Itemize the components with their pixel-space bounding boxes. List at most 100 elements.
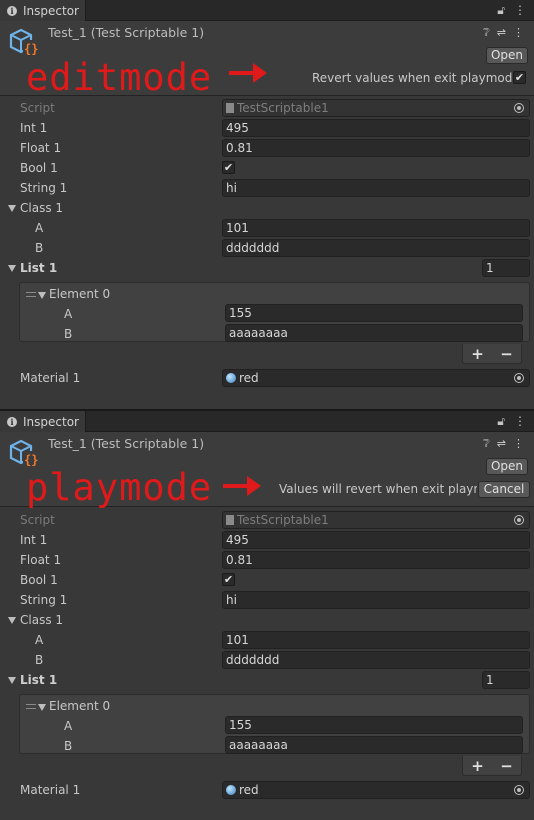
- list-1-label[interactable]: List 1: [20, 261, 57, 275]
- revert-values-checkbox[interactable]: ✔: [513, 71, 526, 84]
- foldout-arrow-icon[interactable]: [8, 617, 16, 624]
- revert-values-label: Revert values when exit playmode: [312, 71, 520, 85]
- script-field[interactable]: TestScriptable1: [222, 99, 530, 117]
- svg-text:{}: {}: [24, 453, 38, 467]
- lock-icon[interactable]: 🔓︎: [497, 414, 505, 429]
- remove-element-button[interactable]: −: [500, 345, 513, 363]
- remove-element-button[interactable]: −: [500, 757, 513, 775]
- foldout-arrow-icon[interactable]: [8, 205, 16, 212]
- scriptable-object-icon: {}: [9, 439, 40, 467]
- element-b-field[interactable]: aaaaaaaa: [225, 736, 523, 754]
- object-picker-icon[interactable]: [514, 373, 524, 383]
- revert-warning-label: Values will revert when exit playmo: [279, 482, 477, 496]
- script-value: TestScriptable1: [237, 101, 329, 115]
- class-a-label: A: [35, 633, 44, 647]
- element-b-field[interactable]: aaaaaaaa: [225, 324, 523, 342]
- list-size-field[interactable]: 1: [482, 671, 530, 689]
- foldout-arrow-icon[interactable]: [8, 265, 16, 272]
- string-1-field[interactable]: hi: [222, 179, 530, 197]
- drag-handle-icon[interactable]: [26, 704, 36, 709]
- material-icon: [226, 373, 236, 383]
- class-b-field[interactable]: ddddddd: [222, 239, 530, 257]
- class-a-label: A: [35, 221, 44, 235]
- list-add-remove: + −: [462, 756, 522, 776]
- open-button[interactable]: Open: [486, 47, 528, 64]
- class-b-label: B: [35, 241, 44, 255]
- class-1-label[interactable]: Class 1: [20, 613, 63, 627]
- material-icon: [226, 785, 236, 795]
- float-1-field[interactable]: 0.81: [222, 551, 530, 569]
- open-button[interactable]: Open: [486, 458, 528, 475]
- material-1-label: Material 1: [20, 783, 81, 797]
- material-1-field[interactable]: red: [222, 781, 530, 799]
- string-1-field[interactable]: hi: [222, 591, 530, 609]
- annotation-playmode: playmode: [26, 466, 213, 509]
- svg-text:{}: {}: [24, 42, 38, 56]
- material-1-label: Material 1: [20, 371, 81, 385]
- element-0-label[interactable]: Element 0: [49, 287, 110, 301]
- float-1-field[interactable]: 0.81: [222, 139, 530, 157]
- list-1-label[interactable]: List 1: [20, 673, 57, 687]
- int-1-field[interactable]: 495: [222, 119, 530, 137]
- list-add-remove: + −: [462, 344, 522, 364]
- info-icon: i: [7, 416, 17, 427]
- list-container: Element 0 A 155 B aaaaaaaa: [19, 694, 530, 754]
- float-1-label: Float 1: [20, 141, 62, 155]
- drag-handle-icon[interactable]: [26, 292, 36, 297]
- asset-header: {} Test_1 (Test Scriptable 1) ❔︎ ⇌ ⋮ Ope…: [0, 432, 534, 507]
- asset-title: Test_1 (Test Scriptable 1): [48, 25, 205, 40]
- string-1-label: String 1: [20, 593, 68, 607]
- help-icon[interactable]: ❔︎: [483, 437, 490, 451]
- tab-inspector[interactable]: i Inspector: [0, 0, 86, 21]
- int-1-label: Int 1: [20, 533, 48, 547]
- lock-icon[interactable]: 🔓︎: [497, 3, 505, 18]
- tab-bar: i Inspector 🔓︎ ⋮: [0, 0, 534, 21]
- script-label: Script: [20, 101, 55, 115]
- inspector-panel-playmode: i Inspector 🔓︎ ⋮ {} Test_1 (Test Scripta…: [0, 411, 534, 820]
- element-0-label[interactable]: Element 0: [49, 699, 110, 713]
- int-1-field[interactable]: 495: [222, 531, 530, 549]
- class-b-field[interactable]: ddddddd: [222, 651, 530, 669]
- foldout-arrow-icon[interactable]: [38, 292, 46, 299]
- element-a-field[interactable]: 155: [225, 716, 523, 734]
- asset-header: {} Test_1 (Test Scriptable 1) ❔︎ ⇌ ⋮ Ope…: [0, 21, 534, 96]
- material-1-field[interactable]: red: [222, 369, 530, 387]
- bool-1-label: Bool 1: [20, 161, 58, 175]
- object-picker-icon[interactable]: [514, 103, 524, 113]
- help-icon[interactable]: ❔︎: [483, 26, 490, 40]
- script-field[interactable]: TestScriptable1: [222, 511, 530, 529]
- bool-1-checkbox[interactable]: ✔: [222, 573, 235, 586]
- add-element-button[interactable]: +: [471, 345, 484, 363]
- list-size-field[interactable]: 1: [482, 259, 530, 277]
- class-a-field[interactable]: 101: [222, 219, 530, 237]
- foldout-arrow-icon[interactable]: [38, 704, 46, 711]
- kebab-menu-icon[interactable]: ⋮: [514, 3, 526, 18]
- element-a-label: A: [64, 719, 73, 733]
- tab-label: Inspector: [23, 414, 79, 429]
- kebab-menu-icon[interactable]: ⋮: [513, 26, 524, 40]
- element-a-field[interactable]: 155: [225, 304, 523, 322]
- tab-inspector[interactable]: i Inspector: [0, 411, 86, 432]
- float-1-label: Float 1: [20, 553, 62, 567]
- class-a-field[interactable]: 101: [222, 631, 530, 649]
- class-1-label[interactable]: Class 1: [20, 201, 63, 215]
- object-picker-icon[interactable]: [514, 515, 524, 525]
- cancel-button[interactable]: Cancel: [478, 481, 530, 498]
- scriptable-object-icon: {}: [9, 28, 40, 56]
- bool-1-checkbox[interactable]: ✔: [222, 161, 235, 174]
- settings-sliders-icon[interactable]: ⇌: [497, 437, 506, 451]
- settings-sliders-icon[interactable]: ⇌: [497, 26, 506, 40]
- material-value: red: [239, 783, 259, 797]
- kebab-menu-icon[interactable]: ⋮: [514, 414, 526, 429]
- add-element-button[interactable]: +: [471, 757, 484, 775]
- element-b-label: B: [64, 739, 73, 753]
- annotation-arrow: [229, 63, 267, 83]
- foldout-arrow-icon[interactable]: [8, 677, 16, 684]
- string-1-label: String 1: [20, 181, 68, 195]
- bool-1-label: Bool 1: [20, 573, 58, 587]
- material-value: red: [239, 371, 259, 385]
- script-icon: [226, 515, 234, 525]
- script-value: TestScriptable1: [237, 513, 329, 527]
- kebab-menu-icon[interactable]: ⋮: [513, 437, 524, 451]
- object-picker-icon[interactable]: [514, 785, 524, 795]
